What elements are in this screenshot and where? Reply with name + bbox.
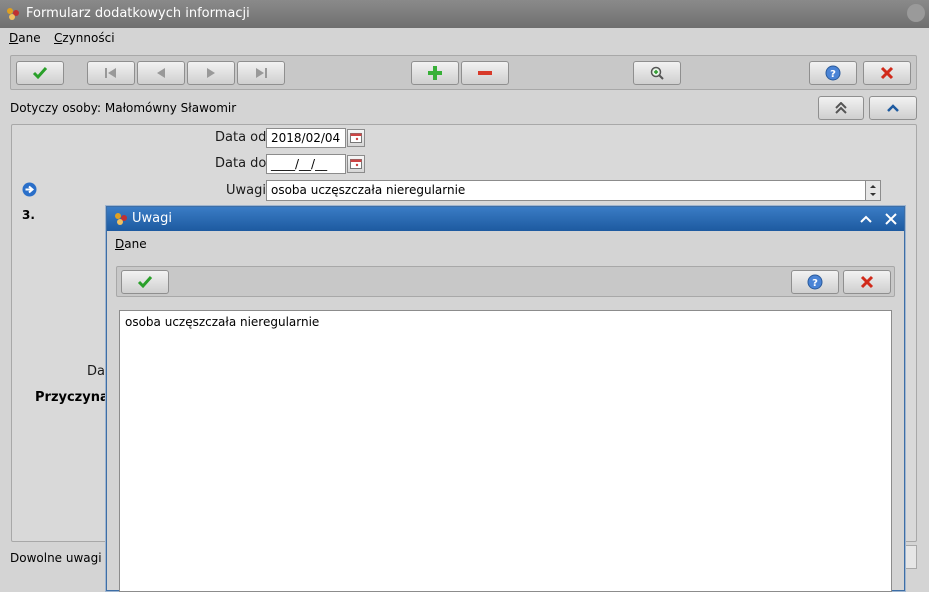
notes-spinner[interactable] — [865, 180, 881, 201]
svg-text:?: ? — [830, 69, 836, 80]
notes-dialog: Uwagi Dane ? osoba uczęszczała nieregula… — [106, 206, 905, 592]
dialog-title-bar[interactable]: Uwagi — [107, 207, 904, 231]
dialog-notes-textarea[interactable]: osoba uczęszczała nieregularnie — [119, 310, 892, 592]
close-icon — [860, 275, 874, 289]
first-record-button[interactable] — [87, 61, 135, 85]
dialog-close-icon[interactable] — [884, 212, 898, 226]
dialog-menu-dane[interactable]: Dane — [115, 237, 147, 251]
add-button[interactable] — [411, 61, 459, 85]
dialog-title: Uwagi — [132, 211, 172, 226]
notes-field[interactable]: osoba uczęszczała nieregularnie — [266, 180, 866, 201]
help-icon: ? — [825, 65, 841, 81]
next-record-button[interactable] — [187, 61, 235, 85]
plus-icon — [428, 66, 442, 80]
date-from-field[interactable]: 2018/02/04 — [266, 128, 346, 148]
reason-label: Przyczyna — [35, 390, 109, 405]
notes-label: Uwagi — [226, 183, 266, 198]
double-chevron-up-icon — [835, 102, 847, 114]
calendar-icon — [350, 159, 362, 169]
first-record-icon — [105, 68, 116, 78]
prev-record-button[interactable] — [137, 61, 185, 85]
footer-field-edge — [905, 545, 917, 569]
date-from-calendar-button[interactable] — [347, 129, 365, 147]
date-to-field[interactable]: ____/__/__ — [266, 154, 346, 174]
search-button[interactable] — [633, 61, 681, 85]
checkmark-icon — [137, 276, 153, 289]
prev-record-icon — [157, 68, 165, 78]
remove-button[interactable] — [461, 61, 509, 85]
dialog-toolbar: ? — [116, 266, 895, 297]
date-to-calendar-button[interactable] — [347, 155, 365, 173]
confirm-button[interactable] — [16, 61, 64, 85]
app-people-icon — [7, 8, 21, 20]
person-name: Małomówny Sławomir — [104, 101, 237, 115]
main-title-bar[interactable]: Formularz dodatkowych informacji — [0, 0, 929, 28]
menu-dane[interactable]: Dane — [9, 31, 41, 45]
help-button[interactable]: ? — [809, 61, 857, 85]
close-icon — [880, 66, 894, 80]
date-from-label: Data od — [215, 130, 267, 145]
next-record-icon — [207, 68, 215, 78]
calendar-icon — [350, 133, 362, 143]
svg-text:?: ? — [812, 278, 818, 289]
window-scroll-icon[interactable] — [907, 4, 925, 22]
dialog-cancel-button[interactable] — [843, 270, 891, 294]
zoom-icon — [650, 66, 664, 80]
collapse-all-button[interactable] — [818, 96, 864, 120]
checkmark-icon — [32, 67, 48, 80]
dialog-confirm-button[interactable] — [121, 270, 169, 294]
row-number: 3. — [22, 208, 35, 222]
up-down-arrows-icon — [870, 185, 876, 196]
current-row-arrow-icon — [22, 182, 37, 197]
date-to-label: Data do — [215, 156, 267, 171]
menu-czynnosci[interactable]: Czynności — [54, 31, 115, 45]
minimize-chevron-up-icon[interactable] — [859, 213, 873, 225]
cancel-button[interactable] — [863, 61, 911, 85]
collapse-button[interactable] — [869, 96, 917, 120]
window-title: Formularz dodatkowych informacji — [26, 6, 250, 21]
main-toolbar: ? — [10, 55, 917, 90]
menu-bar: Dane Czynności — [0, 28, 929, 50]
dialog-help-button[interactable]: ? — [791, 270, 839, 294]
minus-icon — [478, 71, 492, 75]
app-people-icon — [115, 213, 129, 225]
person-line: Dotyczy osoby: Małomówny Sławomir — [10, 101, 236, 115]
person-label: Dotyczy osoby: — [10, 101, 102, 115]
chevron-up-icon — [887, 104, 899, 112]
help-icon: ? — [807, 274, 823, 290]
last-record-icon — [256, 68, 267, 78]
footer-notes-label: Dowolne uwagi o — [10, 551, 113, 565]
last-record-button[interactable] — [237, 61, 285, 85]
